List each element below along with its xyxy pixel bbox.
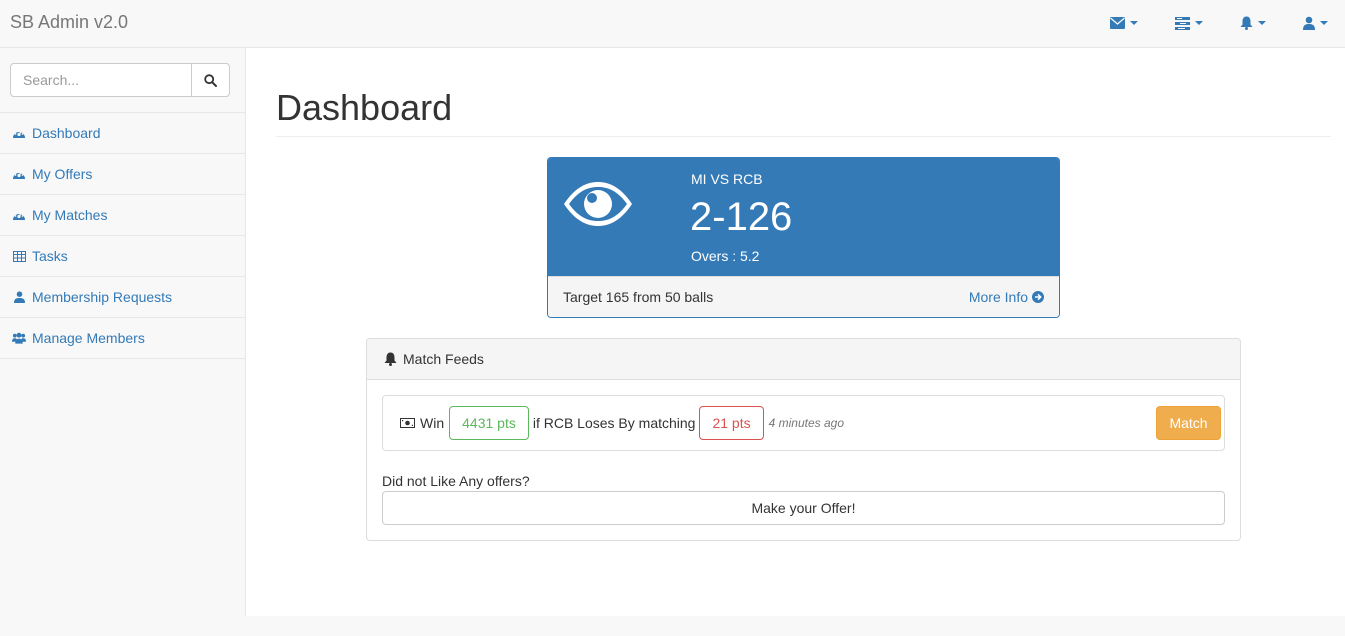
messages-dropdown[interactable] bbox=[1110, 14, 1138, 32]
sidebar-item-label: Membership Requests bbox=[32, 289, 173, 305]
score-value: 2-126 bbox=[690, 195, 793, 239]
tasks-icon bbox=[1175, 16, 1190, 30]
offer-item: Win 4431 pts if RCB Loses By matching 21… bbox=[382, 395, 1225, 451]
alerts-dropdown[interactable] bbox=[1240, 14, 1266, 32]
search-icon bbox=[204, 73, 217, 87]
offer-text: Win 4431 pts if RCB Loses By matching 21… bbox=[400, 406, 844, 440]
user-icon bbox=[12, 290, 26, 304]
sidebar-item-dashboard[interactable]: Dashboard bbox=[0, 113, 245, 154]
dashboard-icon bbox=[12, 208, 26, 222]
more-info-label: More Info bbox=[968, 289, 1028, 305]
user-dropdown[interactable] bbox=[1303, 14, 1328, 32]
brand-title[interactable]: SB Admin v2.0 bbox=[10, 12, 128, 32]
sidebar-item-label: My Matches bbox=[32, 207, 108, 223]
lose-points-badge: 21 pts bbox=[699, 406, 764, 440]
page-wrapper: Dashboard MI VS RCB 2-126 Overs : 5.2 Ta… bbox=[246, 48, 1345, 616]
sidebar-search bbox=[0, 48, 245, 113]
sidebar-item-label: Dashboard bbox=[32, 125, 101, 141]
sidebar-item-manage-members[interactable]: Manage Members bbox=[0, 318, 245, 359]
target-text: Target 165 from 50 balls bbox=[563, 289, 714, 305]
page-title: Dashboard bbox=[276, 87, 453, 128]
score-panel: MI VS RCB 2-126 Overs : 5.2 Target 165 f… bbox=[547, 157, 1060, 318]
win-points-badge: 4431 pts bbox=[449, 406, 529, 440]
offer-condition: if RCB Loses By matching bbox=[532, 415, 696, 431]
dashboard-icon bbox=[12, 126, 26, 140]
tasks-dropdown[interactable] bbox=[1175, 14, 1203, 32]
more-info-link[interactable]: More Info bbox=[969, 289, 1044, 305]
chevron-down-icon bbox=[1320, 21, 1328, 25]
eye-icon bbox=[562, 180, 634, 228]
chevron-down-icon bbox=[1195, 21, 1203, 25]
match-feeds-title: Match Feeds bbox=[403, 351, 484, 367]
envelope-icon bbox=[1110, 17, 1125, 29]
money-icon bbox=[400, 418, 415, 428]
offer-timestamp: 4 minutes ago bbox=[768, 416, 844, 430]
title-divider bbox=[276, 136, 1331, 137]
sidebar-item-label: My Offers bbox=[32, 166, 93, 182]
bell-icon bbox=[384, 352, 397, 366]
search-input[interactable] bbox=[10, 63, 192, 97]
make-offer-button[interactable]: Make your Offer! bbox=[382, 491, 1225, 525]
score-panel-footer: Target 165 from 50 balls More Info bbox=[548, 276, 1059, 317]
match-button[interactable]: Match bbox=[1156, 406, 1221, 440]
sidebar-item-my-matches[interactable]: My Matches bbox=[0, 195, 245, 236]
sidebar-item-membership-requests[interactable]: Membership Requests bbox=[0, 277, 245, 318]
sidebar-item-label: Tasks bbox=[32, 248, 68, 264]
dashboard-icon bbox=[12, 167, 26, 181]
sidebar-item-my-offers[interactable]: My Offers bbox=[0, 154, 245, 195]
chevron-down-icon bbox=[1258, 21, 1266, 25]
bell-icon bbox=[1240, 16, 1253, 30]
arrow-circle-right-icon bbox=[1032, 291, 1044, 303]
match-feeds-panel: Match Feeds Win 4431 pts if RCB Loses By… bbox=[366, 338, 1241, 541]
no-like-text: Did not Like Any offers? bbox=[382, 473, 530, 489]
top-navbar: SB Admin v2.0 bbox=[0, 0, 1345, 48]
search-button[interactable] bbox=[191, 63, 230, 97]
match-name: MI VS RCB bbox=[691, 171, 763, 187]
match-feeds-heading: Match Feeds bbox=[367, 339, 1240, 380]
sidebar-item-label: Manage Members bbox=[32, 330, 145, 346]
overs-text: Overs : 5.2 bbox=[691, 248, 760, 264]
table-icon bbox=[12, 249, 26, 263]
user-icon bbox=[1303, 16, 1315, 30]
win-label: Win bbox=[420, 415, 445, 431]
sidebar-item-tasks[interactable]: Tasks bbox=[0, 236, 245, 277]
chevron-down-icon bbox=[1130, 21, 1138, 25]
users-icon bbox=[12, 331, 26, 345]
sidebar: Dashboard My Offers My Matches Tasks Mem… bbox=[0, 48, 246, 616]
score-panel-heading: MI VS RCB 2-126 Overs : 5.2 bbox=[548, 158, 1059, 276]
